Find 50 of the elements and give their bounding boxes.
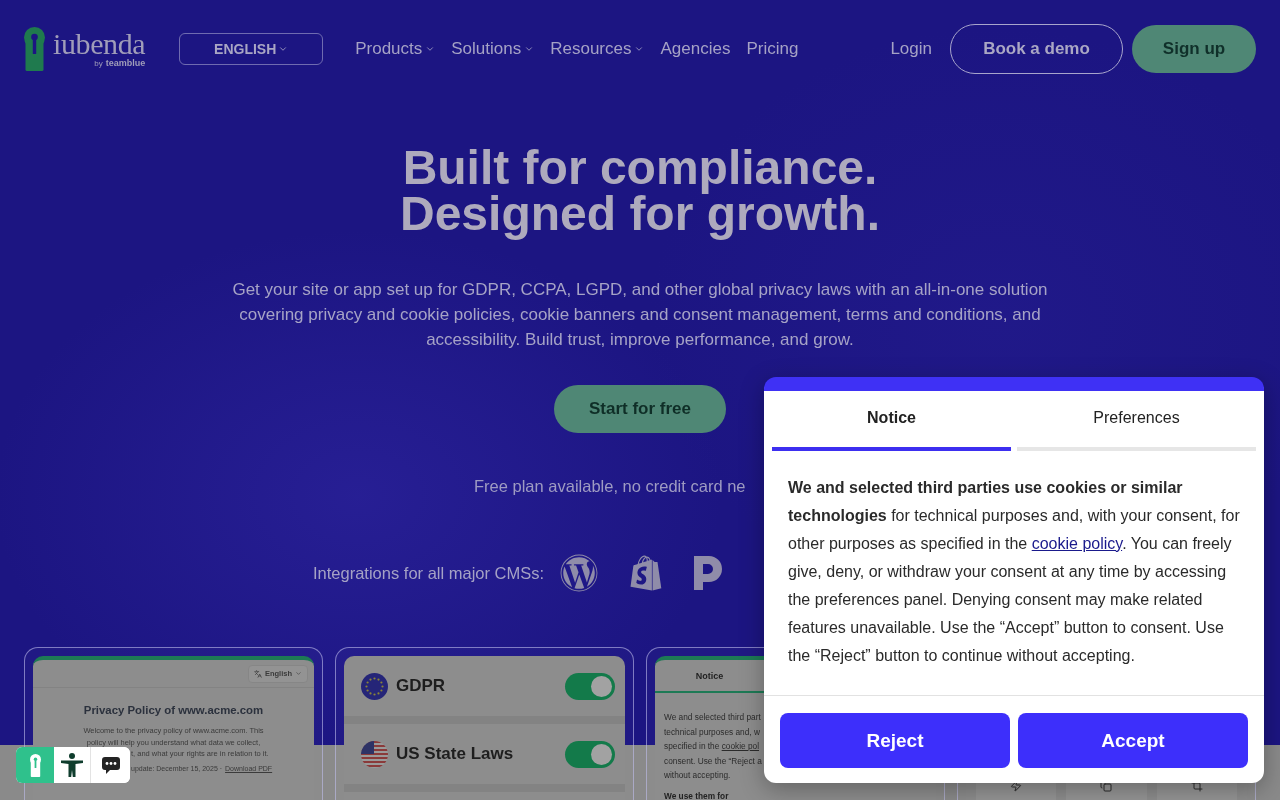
login-link[interactable]: Login bbox=[890, 39, 932, 59]
consent-notice-text: We and selected third parties use cookies or similar technologies for technical purposes and, with your consent, for other purposes as specified in the cookie policy. You can freely give, deny, or withdraw your consent at any time by accessing the preferences panel. Denying consent may make related features unavailable. Use the “Accept” button to consent. Use the “Reject” button to continue without accepting. bbox=[787, 478, 1241, 666]
accessibility-icon bbox=[61, 753, 83, 777]
logo-wordmark: iubenda bbox=[53, 30, 146, 58]
cookie-policy-link[interactable]: cookie pol bbox=[721, 741, 760, 751]
chevron-down-icon bbox=[278, 44, 289, 54]
banner-subheading: We use them for bbox=[664, 790, 730, 800]
crop-icon bbox=[1190, 780, 1203, 792]
banner-text-line: technical purposes and, w bbox=[664, 725, 761, 739]
nav-link[interactable]: Solutions bbox=[451, 39, 535, 59]
p-logo-icon bbox=[694, 556, 723, 590]
chevron-down-icon bbox=[634, 44, 645, 54]
reject-button[interactable]: Reject bbox=[780, 713, 1010, 768]
eu-flag-icon bbox=[361, 672, 388, 700]
nav-link[interactable]: Resources bbox=[550, 39, 645, 59]
language-button[interactable]: ENGLISH bbox=[179, 33, 324, 65]
integrations-label: Integrations for all major CMSs: bbox=[313, 563, 545, 583]
start-button[interactable]: Start for free bbox=[554, 385, 726, 433]
brand-name: teamblue bbox=[105, 58, 146, 68]
toggle-switch[interactable] bbox=[565, 740, 615, 768]
law-name: GDPR bbox=[396, 676, 446, 696]
keyhole-logo-icon bbox=[29, 753, 41, 777]
policy-title: Privacy Policy of www.acme.com bbox=[82, 703, 265, 718]
lightning-icon bbox=[1010, 780, 1023, 792]
wordpress-logo-icon bbox=[560, 554, 599, 592]
nav-link[interactable]: Pricing bbox=[746, 39, 799, 59]
sign-up-button[interactable]: Sign up bbox=[1132, 25, 1256, 73]
chevron-down-icon bbox=[425, 44, 436, 54]
accept-button[interactable]: Accept bbox=[1018, 713, 1248, 768]
nav-link[interactable]: Products bbox=[355, 39, 436, 59]
plan-note: Free plan available, no credit card ne bbox=[474, 476, 746, 497]
law-name: US State Laws bbox=[396, 744, 514, 764]
chat-icon bbox=[101, 756, 120, 774]
copy-icon bbox=[1100, 780, 1113, 792]
banner-tab[interactable]: Preferences bbox=[1017, 391, 1256, 451]
byline-prefix: by bbox=[94, 59, 103, 68]
nav-link[interactable]: Agencies bbox=[660, 39, 731, 59]
banner-text-line: consent. Use the “Reject a bbox=[664, 754, 763, 768]
banner-text-line: We and selected third part bbox=[664, 711, 762, 724]
demo-button[interactable]: Book a demo bbox=[950, 24, 1123, 74]
caret-icon bbox=[295, 670, 302, 677]
translate-icon bbox=[253, 669, 262, 678]
us-flag-icon bbox=[361, 740, 388, 768]
banner-text-line: without accepting. bbox=[664, 769, 732, 782]
chevron-down-icon bbox=[524, 44, 535, 54]
keyhole-logo-icon bbox=[24, 27, 45, 71]
banner-tab[interactable]: Notice bbox=[772, 391, 1011, 451]
hero-description: Get your site or app set up for GDPR, CCPA, LGPD, and other global privacy laws with an all-in-one solution covering privacy and cookie policies, cookie banners and consent management, terms and conditions, and accessibility. Build trust, improve performance, and grow. bbox=[231, 279, 1049, 351]
cookie-policy-link[interactable]: cookie policy bbox=[1031, 535, 1123, 552]
toggle-switch[interactable] bbox=[565, 672, 615, 700]
